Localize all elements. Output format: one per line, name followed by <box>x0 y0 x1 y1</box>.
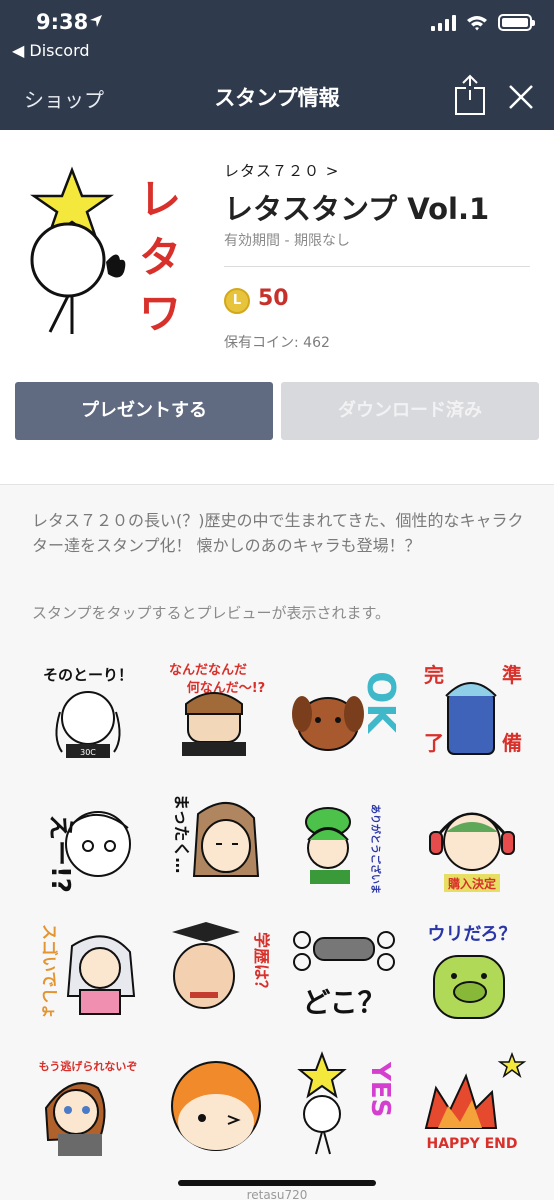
present-button[interactable]: プレゼントする <box>15 382 273 440</box>
sticker-12[interactable]: ウリだろ？ <box>416 916 528 1028</box>
thumbnail-letter-3: ワ <box>139 289 181 338</box>
thumbnail-letter-1: レ <box>139 175 181 224</box>
sticker-11[interactable]: どこ？ <box>288 916 400 1028</box>
svg-text:30C: 30C <box>80 748 96 757</box>
share-icon[interactable] <box>452 74 488 116</box>
validity-period: 有効期間 - 期限なし <box>224 233 350 249</box>
sticker-4-caption-a: 完 <box>424 663 444 687</box>
sticker-6[interactable]: まったく… <box>160 784 272 896</box>
sticker-13-caption: もう逃げられないぞ <box>39 1059 138 1073</box>
cellular-signal-icon <box>431 14 456 31</box>
author-link[interactable]: レタス７２０ > <box>224 160 339 181</box>
location-arrow-icon <box>90 15 102 27</box>
sticker-8-caption: 購入決定 <box>447 876 496 891</box>
preview-hint: スタンプをタップするとプレビューが表示されます。 <box>32 604 391 622</box>
sticker-15[interactable]: YES <box>288 1048 400 1160</box>
sticker-3-caption: OK <box>359 671 400 734</box>
battery-icon <box>498 14 535 31</box>
sticker-13[interactable]: もう逃げられないぞ <box>32 1048 144 1160</box>
sticker-1-caption: そのとーり！ <box>43 666 133 684</box>
sticker-4-caption-d: 備 <box>502 731 522 755</box>
app-header: 9:38 ◀ Discord ショップ スタンプ情報 <box>0 0 554 130</box>
sticker-7[interactable]: ありがとうございました!! <box>288 784 400 896</box>
close-icon[interactable] <box>506 82 536 112</box>
sticker-1[interactable]: そのとーり！ 30C <box>32 652 144 764</box>
home-indicator[interactable] <box>178 1180 376 1186</box>
sticker-9[interactable]: スゴいでしょ <box>32 916 144 1028</box>
package-description: レタス７２０の長い(？)歴史の中で生まれてきた、個性的なキャラクター達をスタンプ… <box>32 511 524 555</box>
sticker-12-caption: ウリだろ？ <box>428 924 517 945</box>
star-character-drawing <box>30 166 126 334</box>
sticker-5[interactable]: えー!? <box>32 784 144 896</box>
sticker-2-caption-b: 何なんだ～!? <box>187 680 265 696</box>
sticker-4-caption-c: 了 <box>424 731 444 755</box>
sticker-3[interactable]: OK <box>288 652 400 764</box>
sticker-9-caption: スゴいでしょ <box>40 924 59 1020</box>
watermark: retasu720 <box>246 1188 308 1200</box>
sticker-4[interactable]: 完 準 了 備 <box>416 652 528 764</box>
back-to-app-link[interactable]: ◀ Discord <box>12 41 90 60</box>
sticker-16[interactable]: HAPPY END <box>416 1048 528 1160</box>
status-indicators <box>431 14 535 31</box>
sticker-2[interactable]: なんだなんだ 何なんだ～!? <box>160 652 272 764</box>
sticker-2-caption-a: なんだなんだ <box>169 663 247 678</box>
sticker-7-caption: ありがとうございました!! <box>369 804 382 896</box>
downloaded-button[interactable]: ダウンロード済み <box>281 382 539 440</box>
status-time: 9:38 <box>36 10 89 34</box>
sticker-10[interactable]: 学歴は？ <box>160 916 272 1028</box>
wifi-icon <box>467 15 487 30</box>
line-coin-icon: L <box>224 288 250 314</box>
divider <box>224 266 530 267</box>
sticker-6-caption: まったく… <box>172 794 191 873</box>
sticker-8[interactable]: 購入決定 <box>416 784 528 896</box>
sticker-package-thumbnail: レ タ ワ <box>30 166 181 338</box>
sticker-16-caption: HAPPY END <box>427 1136 518 1152</box>
sticker-5-caption: えー!? <box>45 814 75 893</box>
sticker-10-caption: 学歴は？ <box>252 932 271 996</box>
sticker-14[interactable] <box>160 1048 272 1160</box>
sticker-15-caption: YES <box>365 1061 395 1117</box>
sticker-11-caption: どこ？ <box>302 986 385 1019</box>
owned-coins: 保有コイン: 462 <box>224 335 330 351</box>
sticker-4-caption-b: 準 <box>502 663 522 687</box>
status-bar: 9:38 ◀ Discord <box>0 8 554 60</box>
thumbnail-letter-2: タ <box>139 233 181 282</box>
price: 50 <box>258 286 289 311</box>
package-title: レタスタンプ Vol.1 <box>224 192 490 226</box>
